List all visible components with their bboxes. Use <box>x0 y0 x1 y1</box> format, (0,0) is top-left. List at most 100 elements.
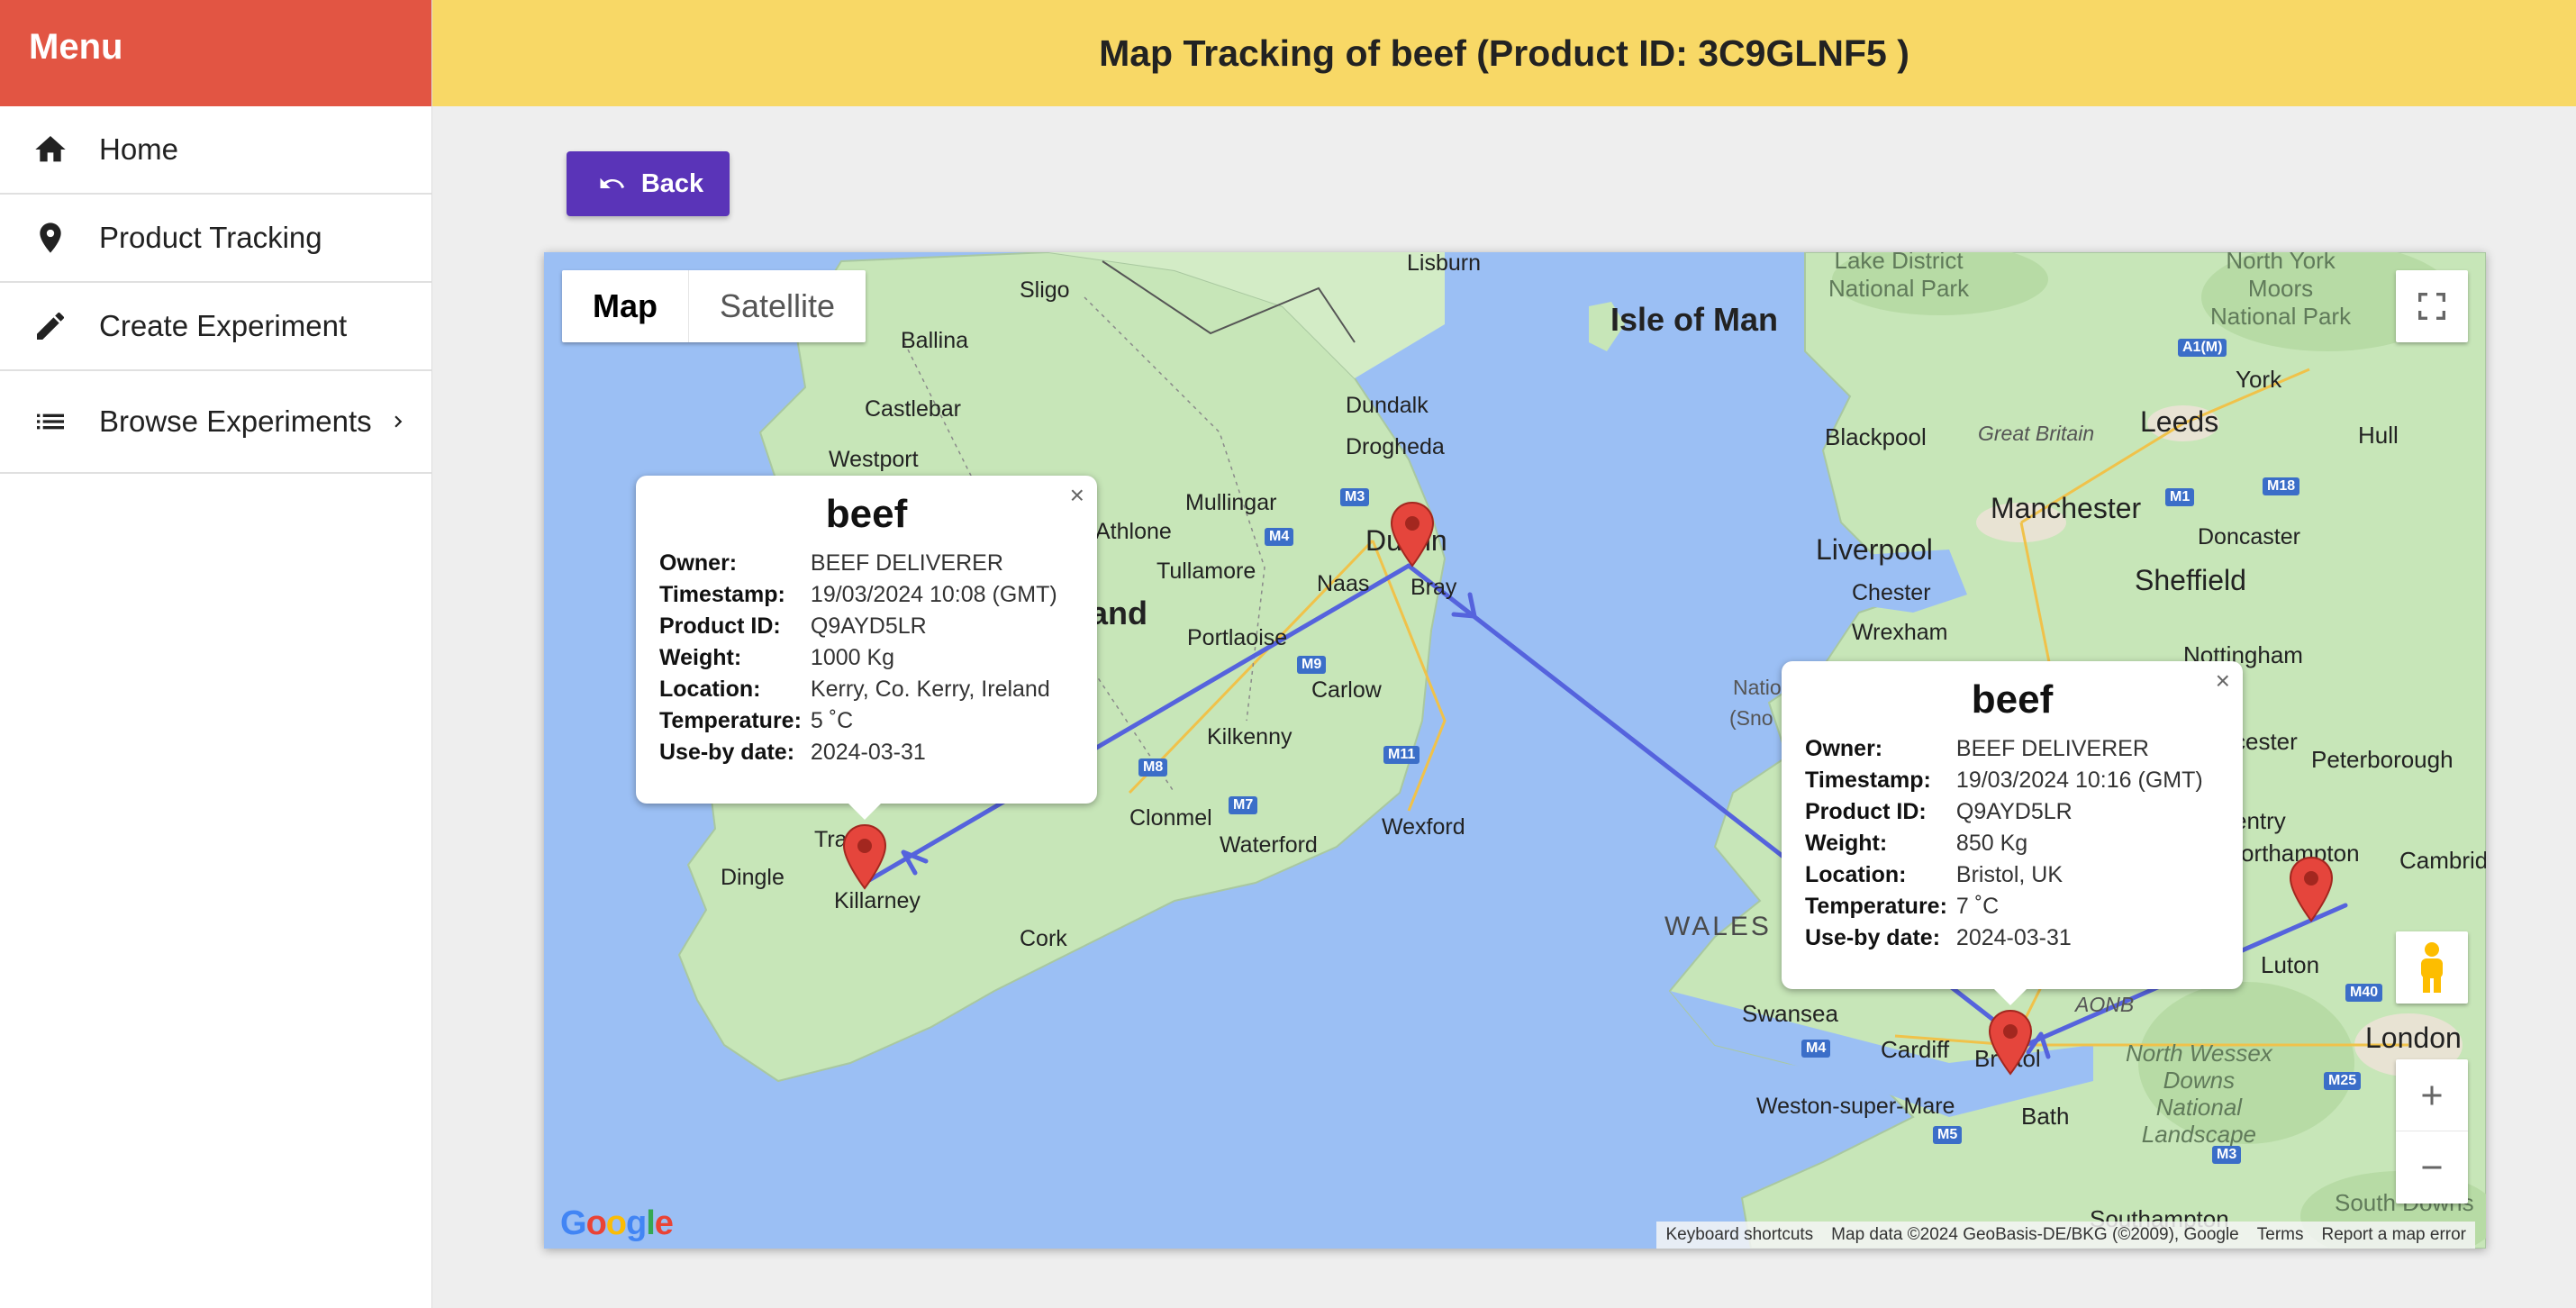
map-type-control: Map Satellite <box>562 270 866 342</box>
map-label: Blackpool <box>1825 423 1927 450</box>
report-map-error-link[interactable]: Report a map error <box>2312 1225 2475 1245</box>
pencil-icon <box>31 306 70 346</box>
info-window-tail <box>847 802 883 820</box>
map-data-text: Map data ©2024 GeoBasis-DE/BKG (©2009), … <box>1831 1225 2239 1244</box>
info-key: Owner: <box>659 550 738 576</box>
sidebar-item-create-experiment[interactable]: Create Experiment <box>0 283 431 371</box>
map-label: Naas <box>1317 571 1370 596</box>
back-button-label: Back <box>640 168 704 198</box>
road-shield: M11 <box>1383 746 1420 764</box>
map-marker[interactable] <box>2288 856 2335 922</box>
map-label: Drogheda <box>1346 434 1445 459</box>
info-key: Use-by date: <box>659 740 795 765</box>
info-value: 19/03/2024 10:16 (GMT) <box>1955 768 2203 793</box>
sidebar-item-label: Product Tracking <box>99 221 322 254</box>
map-label: Peterborough <box>2311 746 2454 773</box>
road-shield: M7 <box>1229 796 1258 814</box>
map-label: Waterford <box>1220 832 1318 858</box>
sidebar-item-label: Create Experiment <box>99 309 348 342</box>
info-key: Use-by date: <box>1805 925 1941 950</box>
sidebar-item-browse-experiments[interactable]: Browse Experiments <box>0 371 431 474</box>
map-view[interactable]: Lisburn Sligo Ballina Castlebar Westport… <box>544 252 2486 1249</box>
minus-icon <box>2422 1166 2442 1169</box>
close-icon[interactable]: × <box>1070 481 1084 510</box>
street-view-pegman-button[interactable] <box>2396 931 2468 1004</box>
info-value: 1000 Kg <box>810 645 895 670</box>
info-key: Weight: <box>1805 831 1888 856</box>
info-window-table: Owner: BEEF DELIVERER Timestamp: 19/03/202… <box>659 548 1057 768</box>
info-window-table: Owner: BEEF DELIVERER Timestamp: 19/03/202… <box>1805 733 2203 954</box>
map-label: Portlaoise <box>1187 625 1288 650</box>
sidebar-item-product-tracking[interactable]: Product Tracking <box>0 195 431 283</box>
info-value: Q9AYD5LR <box>810 613 927 639</box>
sidebar-item-label: Home <box>99 132 179 166</box>
map-label: Doncaster <box>2198 524 2300 550</box>
info-value: 2024-03-31 <box>1955 925 2072 950</box>
location-pin-icon <box>31 218 70 258</box>
top-bar: Map Tracking of beef (Product ID: 3C9GLN… <box>432 0 2576 106</box>
map-label: Bray <box>1410 575 1457 600</box>
info-key: Temperature: <box>1805 894 1947 919</box>
info-window-title: beef <box>825 492 908 536</box>
map-type-satellite-button[interactable]: Satellite <box>689 270 866 342</box>
info-window: × beef Owner: BEEF DELIVERER Timestamp: 19… <box>636 476 1097 820</box>
back-button[interactable]: Back <box>567 151 730 216</box>
info-key: Location: <box>1805 862 1907 887</box>
zoom-out-button[interactable] <box>2396 1131 2468 1204</box>
info-value: 2024-03-31 <box>810 740 926 765</box>
map-label: Liverpool <box>1816 533 1933 566</box>
map-label: (Sno <box>1729 706 1773 730</box>
sidebar-item-label: Browse Experiments <box>99 404 372 438</box>
fullscreen-button[interactable] <box>2396 270 2468 342</box>
map-marker[interactable] <box>1987 1009 2034 1076</box>
map-label: Isle of Man <box>1610 301 1779 338</box>
road-shield: M8 <box>1138 758 1168 777</box>
map-marker[interactable] <box>1389 501 1436 568</box>
fullscreen-icon <box>2418 293 2445 320</box>
info-key: Weight: <box>659 645 742 670</box>
chevron-right-icon <box>386 409 412 434</box>
map-label: Chester <box>1852 580 1931 605</box>
map-label: Luton <box>2261 951 2320 978</box>
map-label: Sheffield <box>2135 564 2246 596</box>
road-shield: M3 <box>2212 1146 2242 1164</box>
map-type-map-button[interactable]: Map <box>562 270 689 342</box>
info-key: Owner: <box>1805 736 1883 761</box>
map-label: Carlow <box>1311 677 1382 703</box>
map-label: Wrexham <box>1852 620 1948 645</box>
map-label: Mullingar <box>1185 490 1277 515</box>
map-label: Swansea <box>1742 1000 1838 1027</box>
map-label: Bath <box>2021 1103 2070 1130</box>
map-label: Great Britain <box>1978 422 2095 445</box>
map-label: Leeds <box>2140 405 2219 438</box>
page-title: Map Tracking of beef (Product ID: 3C9GLN… <box>1099 32 1909 74</box>
map-label: Cork <box>1020 926 1067 951</box>
map-label: AONB <box>2075 993 2135 1016</box>
map-label: Lake District National Park <box>1828 252 1970 302</box>
home-icon <box>31 130 70 169</box>
pegman-icon <box>2421 942 2443 993</box>
info-value: Kerry, Co. Kerry, Ireland <box>810 677 1050 702</box>
info-value: 19/03/2024 10:08 (GMT) <box>810 582 1057 607</box>
info-key: Product ID: <box>659 613 781 639</box>
keyboard-shortcuts-link[interactable]: Keyboard shortcuts <box>1656 1225 1822 1245</box>
map-marker[interactable] <box>841 823 888 890</box>
road-shield: M3 <box>1340 488 1370 506</box>
terms-link[interactable]: Terms <box>2248 1225 2313 1245</box>
close-icon[interactable]: × <box>2216 667 2230 695</box>
sidebar-item-home[interactable]: Home <box>0 106 431 195</box>
map-label: Tullamore <box>1156 559 1256 584</box>
info-value: BEEF DELIVERER <box>810 550 1003 576</box>
info-key: Timestamp: <box>659 582 785 607</box>
info-value: Bristol, UK <box>1955 862 2064 887</box>
undo-icon <box>600 177 624 188</box>
map-label: Ballina <box>901 328 969 353</box>
map-label: Natio <box>1733 676 1782 699</box>
road-shield: M25 <box>2324 1072 2362 1090</box>
sidebar: Menu Home Product Tracking Create Experi… <box>0 0 432 1308</box>
info-key: Location: <box>659 677 761 702</box>
map-label: Dingle <box>721 865 785 890</box>
google-logo: Google <box>560 1204 674 1242</box>
menu-header: Menu <box>0 0 431 106</box>
zoom-in-button[interactable] <box>2396 1059 2468 1131</box>
